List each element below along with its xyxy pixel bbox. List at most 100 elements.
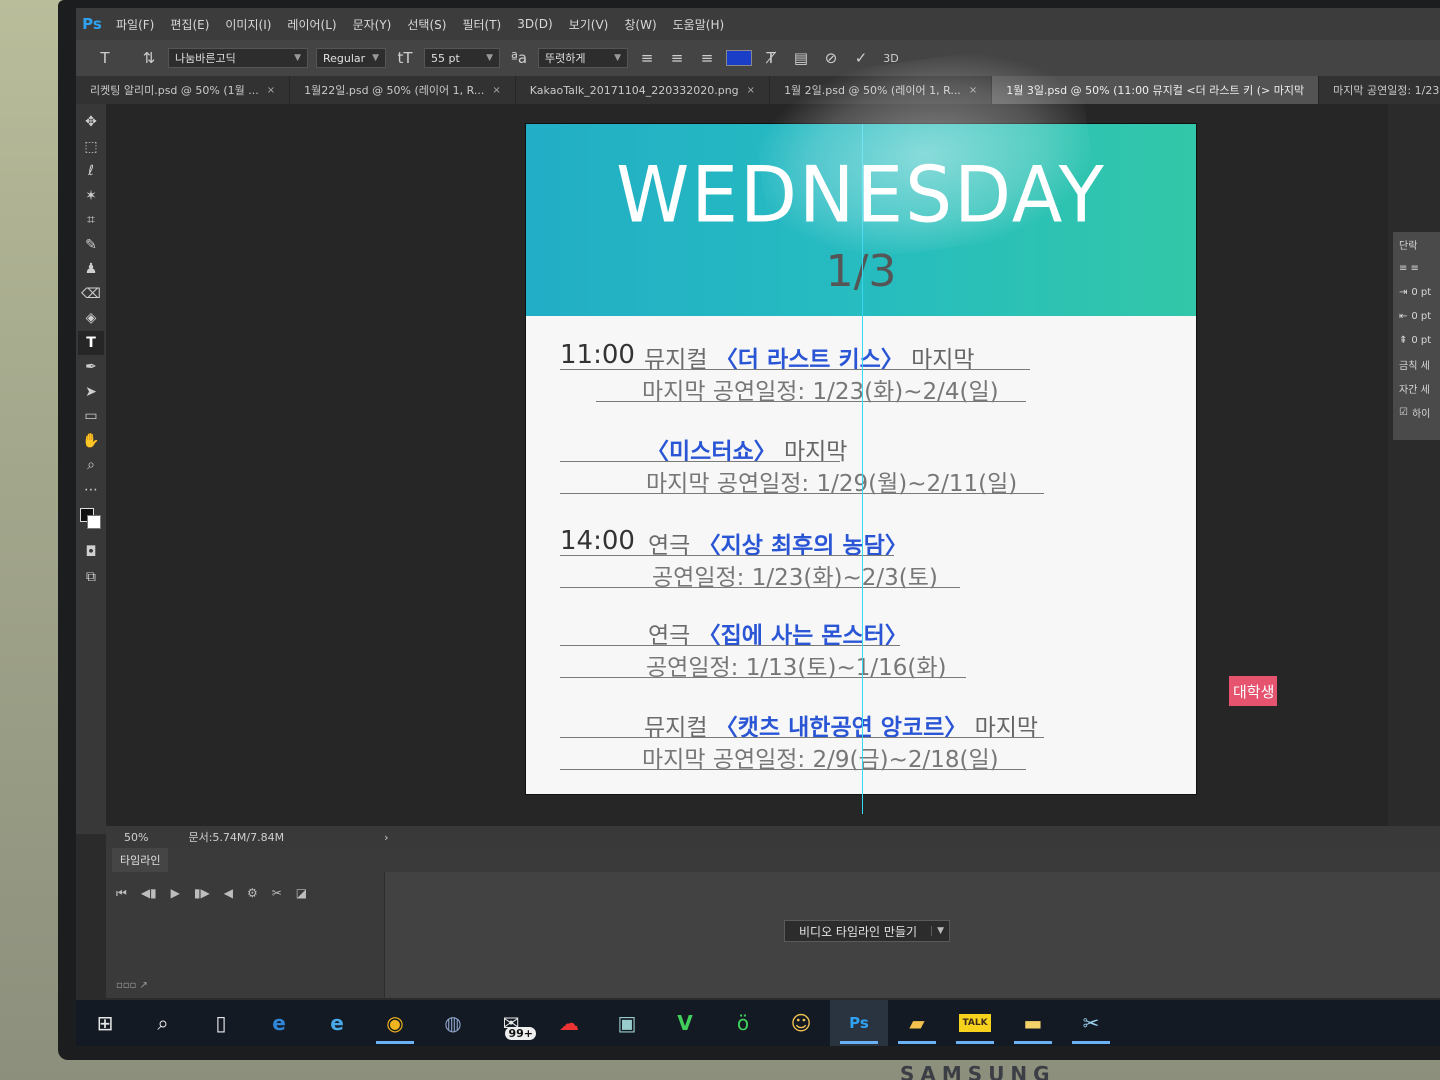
messenger-penguin-icon[interactable]: ☺ — [772, 1000, 830, 1046]
kakaotalk-icon[interactable]: TALK — [946, 1000, 1004, 1046]
cancel-edit-icon[interactable]: ⊘ — [820, 49, 842, 67]
creative-cloud-icon[interactable]: ☁ — [540, 1000, 598, 1046]
doc-tab-jan22[interactable]: 1월22일.psd @ 50% (레이어 1, R... × — [290, 76, 516, 104]
move-tool-icon[interactable]: ✥ — [78, 110, 104, 135]
document-canvas[interactable]: WEDNESDAY 1/3 11:00 뮤지컬 〈더 라스트 키스〉 마지막 마… — [526, 124, 1196, 814]
space-before-field[interactable]: ⇞ 0 pt — [1393, 328, 1440, 352]
canvas-area[interactable]: WEDNESDAY 1/3 11:00 뮤지컬 〈더 라스트 키스〉 마지막 마… — [106, 104, 1388, 826]
menu-type[interactable]: 문자(Y) — [345, 16, 400, 33]
close-icon[interactable]: × — [969, 85, 977, 96]
sticky-notes-icon[interactable]: ▬ — [1004, 1000, 1062, 1046]
menu-image[interactable]: 이미지(I) — [217, 16, 279, 33]
settings-icon[interactable]: ⚙ — [247, 886, 258, 900]
brush-tool-icon[interactable]: ✎ — [78, 233, 104, 258]
chevron-down-icon[interactable]: ▼ — [931, 926, 949, 936]
doc-tab-jan3[interactable]: 1월 3일.psd @ 50% (11:00 뮤지컬 <더 라스트 키 (> 마… — [992, 76, 1320, 104]
play-icon[interactable]: ▶ — [171, 886, 180, 900]
more-tools-icon[interactable]: ⋯ — [78, 478, 104, 503]
windows-start-icon[interactable]: ⊞ — [76, 1000, 134, 1046]
menu-file[interactable]: 파일(F) — [108, 16, 162, 33]
app-globe-icon[interactable]: ◍ — [424, 1000, 482, 1046]
menu-3d[interactable]: 3D(D) — [509, 17, 560, 31]
snipping-tool-icon[interactable]: ✂ — [1062, 1000, 1120, 1046]
previous-frame-icon[interactable]: ◀▮ — [141, 886, 157, 900]
photoshop-taskbar-icon[interactable]: Ps — [830, 1000, 888, 1046]
pen-tool-icon[interactable]: ✒ — [78, 355, 104, 380]
menu-layer[interactable]: 레이어(L) — [279, 16, 344, 33]
checkbox-icon[interactable]: ☑ — [1399, 407, 1408, 418]
quick-mask-icon[interactable]: ◘ — [78, 540, 104, 565]
mojikumi-select[interactable]: 자간 세 — [1393, 376, 1440, 400]
create-video-timeline-button[interactable]: 비디오 타임라인 만들기 ▼ — [784, 920, 951, 942]
paint-bucket-tool-icon[interactable]: ◈ — [78, 306, 104, 331]
menu-help[interactable]: 도움말(H) — [665, 16, 733, 33]
commit-edit-icon[interactable]: ✓ — [850, 49, 872, 67]
antialias-select[interactable]: 뚜렷하게 ▼ — [538, 48, 628, 68]
split-icon[interactable]: ✂ — [272, 886, 282, 900]
menu-filter[interactable]: 필터(T) — [454, 16, 509, 33]
menu-select[interactable]: 선택(S) — [399, 16, 454, 33]
photos-app-icon[interactable]: ▣ — [598, 1000, 656, 1046]
schedule-entry[interactable]: 14:00 연극 〈지상 최후의 농담〉 공연일정: 1/23(화)~2/3(토… — [526, 526, 1196, 591]
timeline-tab[interactable]: 타임라인 — [112, 848, 169, 872]
close-icon[interactable]: × — [267, 85, 275, 96]
chrome-icon[interactable]: ◉ — [366, 1000, 424, 1046]
color-swatches[interactable] — [78, 506, 104, 536]
vertical-guide[interactable] — [862, 124, 863, 814]
indent-left-field[interactable]: ⇥ 0 pt — [1393, 280, 1440, 304]
align-left-icon[interactable]: ≡ — [636, 49, 658, 67]
marquee-tool-icon[interactable]: ⬚ — [78, 135, 104, 160]
path-select-tool-icon[interactable]: ➤ — [78, 380, 104, 405]
lasso-tool-icon[interactable]: ℓ — [78, 159, 104, 184]
close-icon[interactable]: × — [492, 85, 500, 96]
hyphenate-checkbox[interactable]: ☑ 하이 — [1393, 400, 1440, 424]
go-to-first-frame-icon[interactable]: ⏮ — [116, 886, 127, 901]
audio-icon[interactable]: ◀ — [224, 886, 233, 900]
timeline-footer-icons[interactable]: ▫▫▫ ↗ — [116, 980, 148, 991]
doc-tab-kakaotalk[interactable]: KakaoTalk_20171104_220332020.png × — [516, 76, 771, 104]
schedule-entry[interactable]: 뮤지컬 〈캣츠 내한공연 앙코르〉 마지막 마지막 공연일정: 2/9(금)~2… — [526, 708, 1196, 773]
menu-edit[interactable]: 편집(E) — [162, 16, 217, 33]
edge-browser-icon[interactable]: e — [250, 1000, 308, 1046]
internet-explorer-icon[interactable]: e — [308, 1000, 366, 1046]
day-title[interactable]: WEDNESDAY — [526, 150, 1196, 240]
close-icon[interactable]: × — [747, 85, 755, 96]
next-frame-icon[interactable]: ▮▶ — [194, 886, 210, 900]
font-family-select[interactable]: 나눔바른고딕 ▼ — [168, 48, 308, 68]
hand-tool-icon[interactable]: ✋ — [78, 429, 104, 454]
eraser-tool-icon[interactable]: ⌫ — [78, 282, 104, 307]
doc-tab-overflow[interactable]: 마지막 공연일정: 1/23(화)~2/4(일) — [1319, 76, 1440, 104]
zoom-tool-icon[interactable]: ⌕ — [78, 453, 104, 478]
schedule-entry[interactable]: 〈미스터쇼〉 마지막 마지막 공연일정: 1/29(월)~2/11(일) — [526, 432, 1196, 497]
text-orientation-icon[interactable]: ⇅ — [138, 49, 160, 67]
kinsoku-select[interactable]: 금칙 세 — [1393, 352, 1440, 376]
transition-icon[interactable]: ◪ — [296, 886, 307, 900]
rectangle-tool-icon[interactable]: ▭ — [78, 404, 104, 429]
align-center-icon[interactable]: ≡ — [666, 49, 688, 67]
doc-tab-ticketing[interactable]: 리켓팅 알리미.psd @ 50% (1월 ... × — [76, 76, 291, 104]
crop-tool-icon[interactable]: ⌗ — [78, 208, 104, 233]
text-color-swatch[interactable] — [726, 50, 752, 66]
task-view-icon[interactable]: ▯ — [192, 1000, 250, 1046]
warp-text-icon[interactable]: Ⱦ — [760, 49, 782, 67]
file-explorer-icon[interactable]: ▰ — [888, 1000, 946, 1046]
character-panel-icon[interactable]: ▤ — [790, 49, 812, 67]
type-tool-preset-icon[interactable]: T — [94, 49, 116, 67]
schedule-entry[interactable]: 11:00 뮤지컬 〈더 라스트 키스〉 마지막 마지막 공연일정: 1/23(… — [526, 340, 1196, 405]
schedule-entry[interactable]: 연극 〈집에 사는 몬스터〉 공연일정: 1/13(토)~1/16(화) — [526, 616, 1196, 681]
vector-app-icon[interactable]: V — [656, 1000, 714, 1046]
menu-window[interactable]: 창(W) — [616, 16, 664, 33]
zoom-level[interactable]: 50% — [124, 831, 148, 844]
naver-app-icon[interactable]: ö — [714, 1000, 772, 1046]
mail-icon[interactable]: ✉ 99+ — [482, 1000, 540, 1046]
menu-view[interactable]: 보기(V) — [561, 16, 617, 33]
date-label[interactable]: 1/3 — [526, 246, 1196, 297]
font-size-select[interactable]: 55 pt ▼ — [424, 48, 500, 68]
search-icon[interactable]: ⌕ — [134, 1000, 192, 1046]
stamp-tool-icon[interactable]: ♟ — [78, 257, 104, 282]
magic-wand-tool-icon[interactable]: ✶ — [78, 184, 104, 209]
status-menu-arrow[interactable]: › — [384, 831, 388, 844]
indent-right-field[interactable]: ⇤ 0 pt — [1393, 304, 1440, 328]
screen-mode-icon[interactable]: ⧉ — [78, 565, 104, 590]
font-style-select[interactable]: Regular ▼ — [316, 48, 386, 68]
